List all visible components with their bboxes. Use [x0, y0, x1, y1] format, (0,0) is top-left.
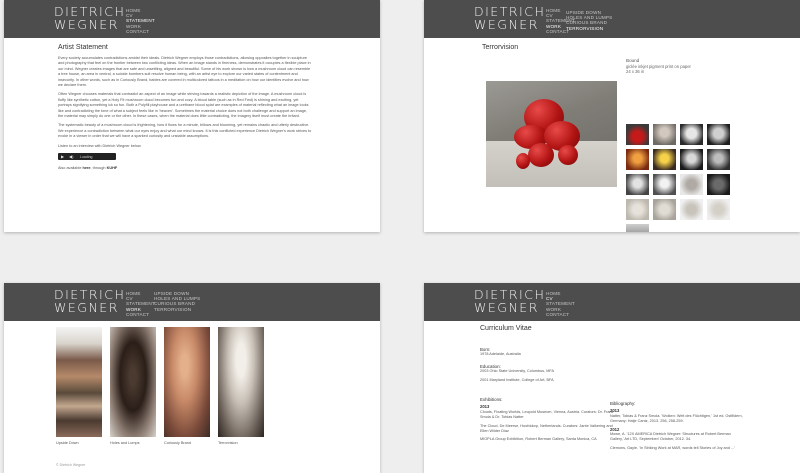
thumbnail[interactable]	[680, 174, 703, 195]
logo-line2: WEGNER	[54, 17, 119, 32]
work-caption: Upside Down	[56, 441, 79, 445]
availability-line: Also available here, through KUHF	[58, 166, 313, 170]
thumbnail[interactable]	[653, 174, 676, 195]
site-logo[interactable]: DIETRICH WEGNER	[474, 288, 544, 315]
nav-statement[interactable]: STATEMENT	[546, 301, 575, 306]
work-caption: Curiously Brand	[164, 441, 192, 445]
site-header: DIETRICH WEGNER HOME CV STATEMENT WORK C…	[424, 283, 800, 321]
kuhf-link[interactable]: KUHF	[107, 166, 118, 170]
thumbnail[interactable]	[626, 174, 649, 195]
cv-right-column: Bibliography: 2013 Natter, Tobias & Fran…	[610, 395, 745, 451]
thumbnail[interactable]	[707, 149, 730, 170]
education-item: 2001 Maryland Institute, College of Art,…	[480, 377, 554, 382]
statement-paragraph: The systematic beauty of a mushroom clou…	[58, 123, 312, 139]
thumbnail[interactable]	[680, 149, 703, 170]
bibliography-label: Bibliography:	[610, 401, 636, 406]
thumbnail[interactable]	[653, 199, 676, 220]
work-item[interactable]: Terrorvision	[218, 327, 264, 445]
thumbnail[interactable]	[626, 149, 649, 170]
work-item[interactable]: Holes and Lumps	[110, 327, 156, 445]
exhibitions-label: Exhibitions:	[480, 397, 503, 403]
exhibition-item: Clouds, Floating Worlds, Leopold Museum,…	[480, 409, 614, 420]
statement-body: Every society accumulates contradictions…	[58, 56, 313, 170]
work-page: DIETRICH WEGNER HOME CV STATEMENT WORK C…	[4, 283, 380, 473]
curiously-brand-image[interactable]	[164, 327, 210, 437]
statement-page: DIETRICH WEGNER HOME CV STATEMENT WORK C…	[4, 0, 380, 232]
exhibition-item: MIOPLA Group Exhibition, Robert Berman G…	[480, 437, 597, 442]
site-logo[interactable]: DIETRICH WEGNER	[474, 5, 544, 32]
work-gallery: Upside Down Holes and Lumps Curiously Br…	[56, 327, 272, 445]
audio-status: Loading	[80, 154, 93, 159]
site-header: DIETRICH WEGNER HOME CV STATEMENT WORK C…	[4, 0, 380, 38]
subnav-terrorvision[interactable]: TERRORVISION	[566, 26, 612, 31]
thumbnail[interactable]	[626, 224, 649, 232]
born-value: 1978 Adelaide, Australia	[480, 352, 521, 357]
page-title: Terrorvision	[482, 44, 519, 51]
cv-page: DIETRICH WEGNER HOME CV STATEMENT WORK C…	[424, 283, 800, 473]
thumbnail[interactable]	[653, 149, 676, 170]
thumbnail[interactable]	[680, 124, 703, 145]
avail-mid: , through	[90, 166, 106, 171]
terrorvision-image[interactable]	[218, 327, 264, 437]
work-item[interactable]: Curiously Brand	[164, 327, 210, 445]
thumbnail-grid	[626, 124, 756, 232]
site-logo[interactable]: DIETRICH WEGNER	[54, 5, 124, 32]
work-subnav: UPSIDE DOWN HOLES AND LUMPS CURIOUS BRAN…	[566, 10, 612, 31]
work-subnav: UPSIDE DOWN HOLES AND LUMPS CURIOUS BRAN…	[154, 291, 200, 312]
bibliography-item: Natter, Tobias & Franz Smola. 'Wolken: W…	[610, 413, 743, 424]
copyright: © Dietrich Wegner	[56, 463, 86, 467]
thumbnail[interactable]	[707, 199, 730, 220]
thumbnail[interactable]	[653, 124, 676, 145]
work-item[interactable]: Upside Down	[56, 327, 102, 445]
statement-paragraph: Listen to an interview with Dietrich Weg…	[58, 143, 142, 148]
main-nav: HOME CV STATEMENT WORK CONTACT	[546, 291, 575, 317]
volume-icon[interactable]: ◀)	[69, 154, 73, 159]
nav-contact[interactable]: CONTACT	[126, 312, 155, 317]
subnav-curious-brand[interactable]: CURIOUS BRAND	[566, 20, 612, 25]
site-logo[interactable]: DIETRICH WEGNER	[54, 288, 124, 315]
nav-statement[interactable]: STATEMENT	[126, 18, 155, 23]
logo-line2: WEGNER	[474, 17, 539, 32]
site-header: DIETRICH WEGNER HOME CV STATEMENT WORK C…	[4, 283, 380, 321]
terrorvision-page: DIETRICH WEGNER HOME CV STATEMENT WORK C…	[424, 0, 800, 232]
subnav-curious-brand[interactable]: CURIOUS BRAND	[154, 301, 200, 306]
holes-and-lumps-image[interactable]	[110, 327, 156, 437]
education-item: 2003 Ohio State University, Columbus, MF…	[480, 369, 554, 374]
thumbnail[interactable]	[626, 124, 649, 145]
avail-prefix: Also available	[58, 166, 82, 171]
main-nav: HOME CV STATEMENT WORK CONTACT	[126, 291, 155, 317]
sculpture-shape	[516, 153, 530, 169]
avail-here-link[interactable]: here	[83, 166, 91, 170]
logo-line2: WEGNER	[474, 300, 539, 315]
statement-paragraph: Often Wegner chooses materials that cont…	[58, 92, 309, 119]
thumbnail[interactable]	[707, 174, 730, 195]
nav-contact[interactable]: CONTACT	[546, 312, 575, 317]
logo-line2: WEGNER	[54, 300, 119, 315]
exhibition-item: The Cloud, De Meerse, Hoofddorp, Netherl…	[480, 423, 613, 434]
artwork-caption: Bound giclée inkjet pigment print on pap…	[626, 58, 691, 75]
site-header: DIETRICH WEGNER HOME CV STATEMENT WORK C…	[424, 0, 800, 38]
sculpture-shape	[558, 145, 578, 165]
thumbnail[interactable]	[707, 124, 730, 145]
audio-player[interactable]: ▶ ◀) Loading	[58, 153, 116, 161]
sculpture-shape	[528, 143, 554, 167]
work-caption: Holes and Lumps	[110, 441, 140, 445]
bibliography-item: Clemons, Gayle. 'In Striking Work at MAR…	[610, 445, 735, 450]
nav-statement[interactable]: STATEMENT	[126, 301, 155, 306]
statement-paragraph: Every society accumulates contradictions…	[58, 56, 311, 88]
bibliography-item: Mowe, A. '12X AMERICA Dietrich Wegner: S…	[610, 432, 731, 442]
featured-artwork-image[interactable]	[486, 81, 617, 187]
work-caption: Terrorvision	[218, 441, 238, 445]
play-icon[interactable]: ▶	[61, 154, 64, 159]
main-nav: HOME CV STATEMENT WORK CONTACT	[126, 8, 155, 34]
thumbnail[interactable]	[626, 199, 649, 220]
subnav-terrorvision[interactable]: TERRORVISION	[154, 307, 200, 312]
upside-down-image[interactable]	[56, 327, 102, 437]
thumbnail[interactable]	[680, 199, 703, 220]
cv-left-column: Born: 1978 Adelaide, Australia Education…	[480, 341, 620, 443]
page-title: Curriculum Vitae	[480, 325, 532, 332]
nav-contact[interactable]: CONTACT	[126, 29, 155, 34]
caption-size: 24 x 36 in	[626, 69, 645, 75]
page-title: Artist Statement	[58, 44, 108, 51]
